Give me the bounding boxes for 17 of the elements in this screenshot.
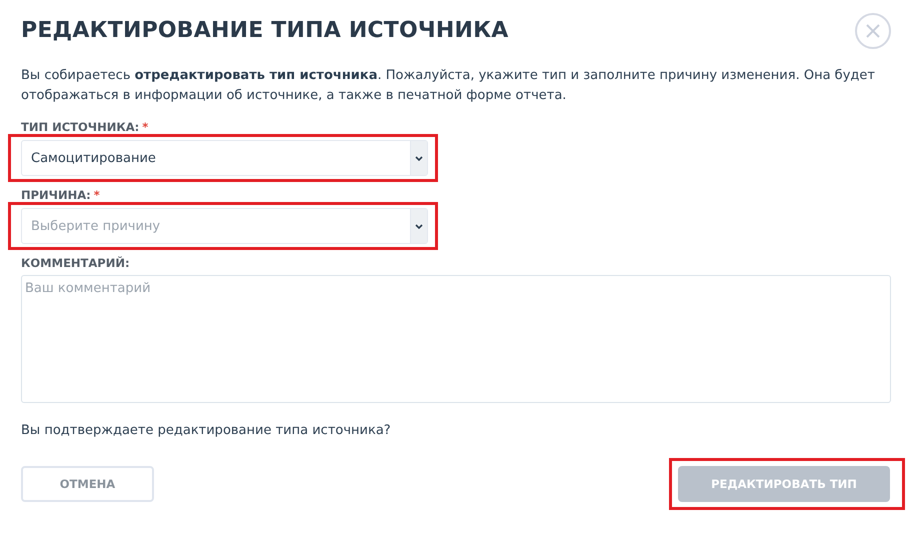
- select-field[interactable]: Самоцитирование: [21, 140, 428, 176]
- confirm-question: Вы подтверждаете редактирование типа источника?: [21, 423, 392, 438]
- required-mark: *: [142, 120, 148, 134]
- caret-icon: [415, 224, 423, 228]
- dropdown-button[interactable]: [410, 209, 427, 243]
- intro-text: Вы собираетесь отредактировать тип источника. Пожалуйста, укажите тип и заполните причину изменения. Она будет отображаться в информации об источнике, а также в печатной форме отчета.: [21, 67, 876, 105]
- dialog-title: РЕДАКТИРОВАНИЕ ТИПА ИСТОЧНИКА: [21, 18, 509, 42]
- field-label: ПРИЧИНА:: [21, 188, 91, 202]
- caret-icon: [415, 156, 423, 160]
- cancel-button[interactable]: ОТМЕНА: [21, 466, 154, 502]
- field-label: ТИП ИСТОЧНИКА:: [21, 120, 140, 134]
- field-label: КОММЕНТАРИЙ:: [21, 256, 130, 270]
- close-icon: [865, 23, 881, 39]
- dropdown-button[interactable]: [410, 141, 427, 175]
- comment-field[interactable]: Ваш комментарий: [21, 275, 891, 403]
- select-field[interactable]: Выберите причину: [21, 208, 428, 244]
- required-mark: *: [94, 188, 100, 202]
